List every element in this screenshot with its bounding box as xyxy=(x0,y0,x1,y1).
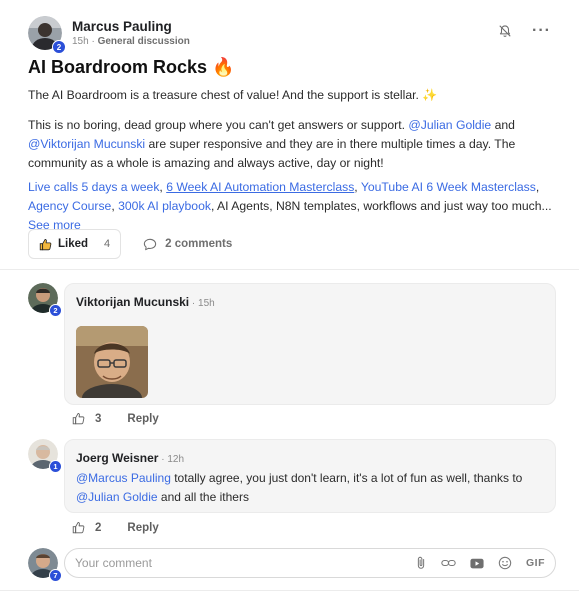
comment-actions: 2 Reply xyxy=(72,521,159,534)
post-time: 15h xyxy=(72,36,89,47)
fire-emoji: 🔥 xyxy=(212,57,235,77)
mention-julian[interactable]: @Julian Goldie xyxy=(408,118,491,132)
attachment-icon[interactable] xyxy=(415,556,427,570)
link-icon[interactable] xyxy=(441,558,456,568)
current-user-avatar: 7 xyxy=(28,548,62,582)
link-automation-masterclass[interactable]: 6 Week AI Automation Masterclass xyxy=(166,180,354,194)
link-ai-playbook[interactable]: 300k AI playbook xyxy=(118,199,211,213)
video-icon[interactable] xyxy=(470,558,484,569)
comment-icon xyxy=(144,238,157,250)
like-label: Liked xyxy=(58,238,89,250)
post-actions: Liked 4 2 comments xyxy=(28,229,232,259)
comment-input[interactable] xyxy=(75,556,415,570)
sparkles-emoji: ✨ xyxy=(422,88,438,102)
author-name[interactable]: Marcus Pauling xyxy=(72,19,190,34)
reply-button[interactable]: Reply xyxy=(127,522,158,534)
comment-gif-image[interactable] xyxy=(76,326,148,412)
bell-off-icon[interactable] xyxy=(498,24,512,38)
comment-bubble: Joerg Weisner · 12h @Marcus Pauling tota… xyxy=(64,439,556,513)
post-title: AI Boardroom Rocks 🔥 xyxy=(28,57,235,77)
level-badge: 7 xyxy=(49,569,62,582)
level-badge: 1 xyxy=(49,460,62,473)
mention-viktorijan[interactable]: @Viktorijan Mucunski xyxy=(28,137,145,151)
like-button[interactable]: Liked 4 xyxy=(28,229,122,259)
divider xyxy=(0,269,579,270)
more-icon[interactable]: ··· xyxy=(532,23,551,39)
mention-julian[interactable]: @Julian Goldie xyxy=(76,490,158,504)
commenter-avatar[interactable]: 1 xyxy=(28,439,62,473)
post-paragraph-1: The AI Boardroom is a treasure chest of … xyxy=(28,88,438,102)
commenter-avatar[interactable]: 2 xyxy=(28,283,62,317)
post-paragraph-3: Live calls 5 days a week, 6 Week AI Auto… xyxy=(28,180,552,232)
link-live-calls[interactable]: Live calls 5 days a week xyxy=(28,180,159,194)
reply-button[interactable]: Reply xyxy=(127,413,158,425)
post-category[interactable]: General discussion xyxy=(98,36,190,47)
gif-button[interactable]: GIF xyxy=(526,557,545,569)
comment-time: 15h xyxy=(198,298,215,309)
composer-tools: GIF xyxy=(415,556,545,570)
post-meta: 15h · General discussion xyxy=(72,36,190,47)
comment-bubble: Viktorijan Mucunski · 15h xyxy=(64,283,556,412)
emoji-icon[interactable] xyxy=(498,556,512,570)
like-count[interactable]: 4 xyxy=(104,238,110,250)
comment-author[interactable]: Joerg Weisner xyxy=(76,451,158,465)
post-paragraph-2: This is no boring, dead group where you … xyxy=(28,118,516,170)
thumbs-up-icon xyxy=(39,238,52,250)
author-avatar[interactable]: 2 xyxy=(28,16,66,54)
divider xyxy=(0,590,579,591)
level-badge: 2 xyxy=(49,304,62,317)
mention-marcus[interactable]: @Marcus Pauling xyxy=(76,471,171,485)
comments-count-label: 2 comments xyxy=(165,238,233,250)
comments-count[interactable]: 2 comments xyxy=(143,238,232,251)
comment-text: @Marcus Pauling totally agree, you just … xyxy=(76,471,523,504)
link-youtube-masterclass[interactable]: YouTube AI 6 Week Masterclass xyxy=(361,180,536,194)
comment-actions: 3 Reply xyxy=(72,412,159,425)
comment-time: 12h xyxy=(167,454,185,465)
thumbs-up-icon[interactable] xyxy=(72,412,85,425)
comment-like-count: 3 xyxy=(95,412,102,425)
comment-author[interactable]: Viktorijan Mucunski xyxy=(76,295,189,309)
header-actions: ··· xyxy=(498,23,551,39)
comment-like-count: 2 xyxy=(95,521,102,534)
post-card: 2 Marcus Pauling 15h · General discussio… xyxy=(0,0,579,596)
post-header: 2 Marcus Pauling 15h · General discussio… xyxy=(28,16,190,54)
comment-composer: GIF xyxy=(64,548,556,578)
thumbs-up-icon[interactable] xyxy=(72,521,85,534)
link-agency-course[interactable]: Agency Course xyxy=(28,199,111,213)
level-badge: 2 xyxy=(52,40,66,54)
